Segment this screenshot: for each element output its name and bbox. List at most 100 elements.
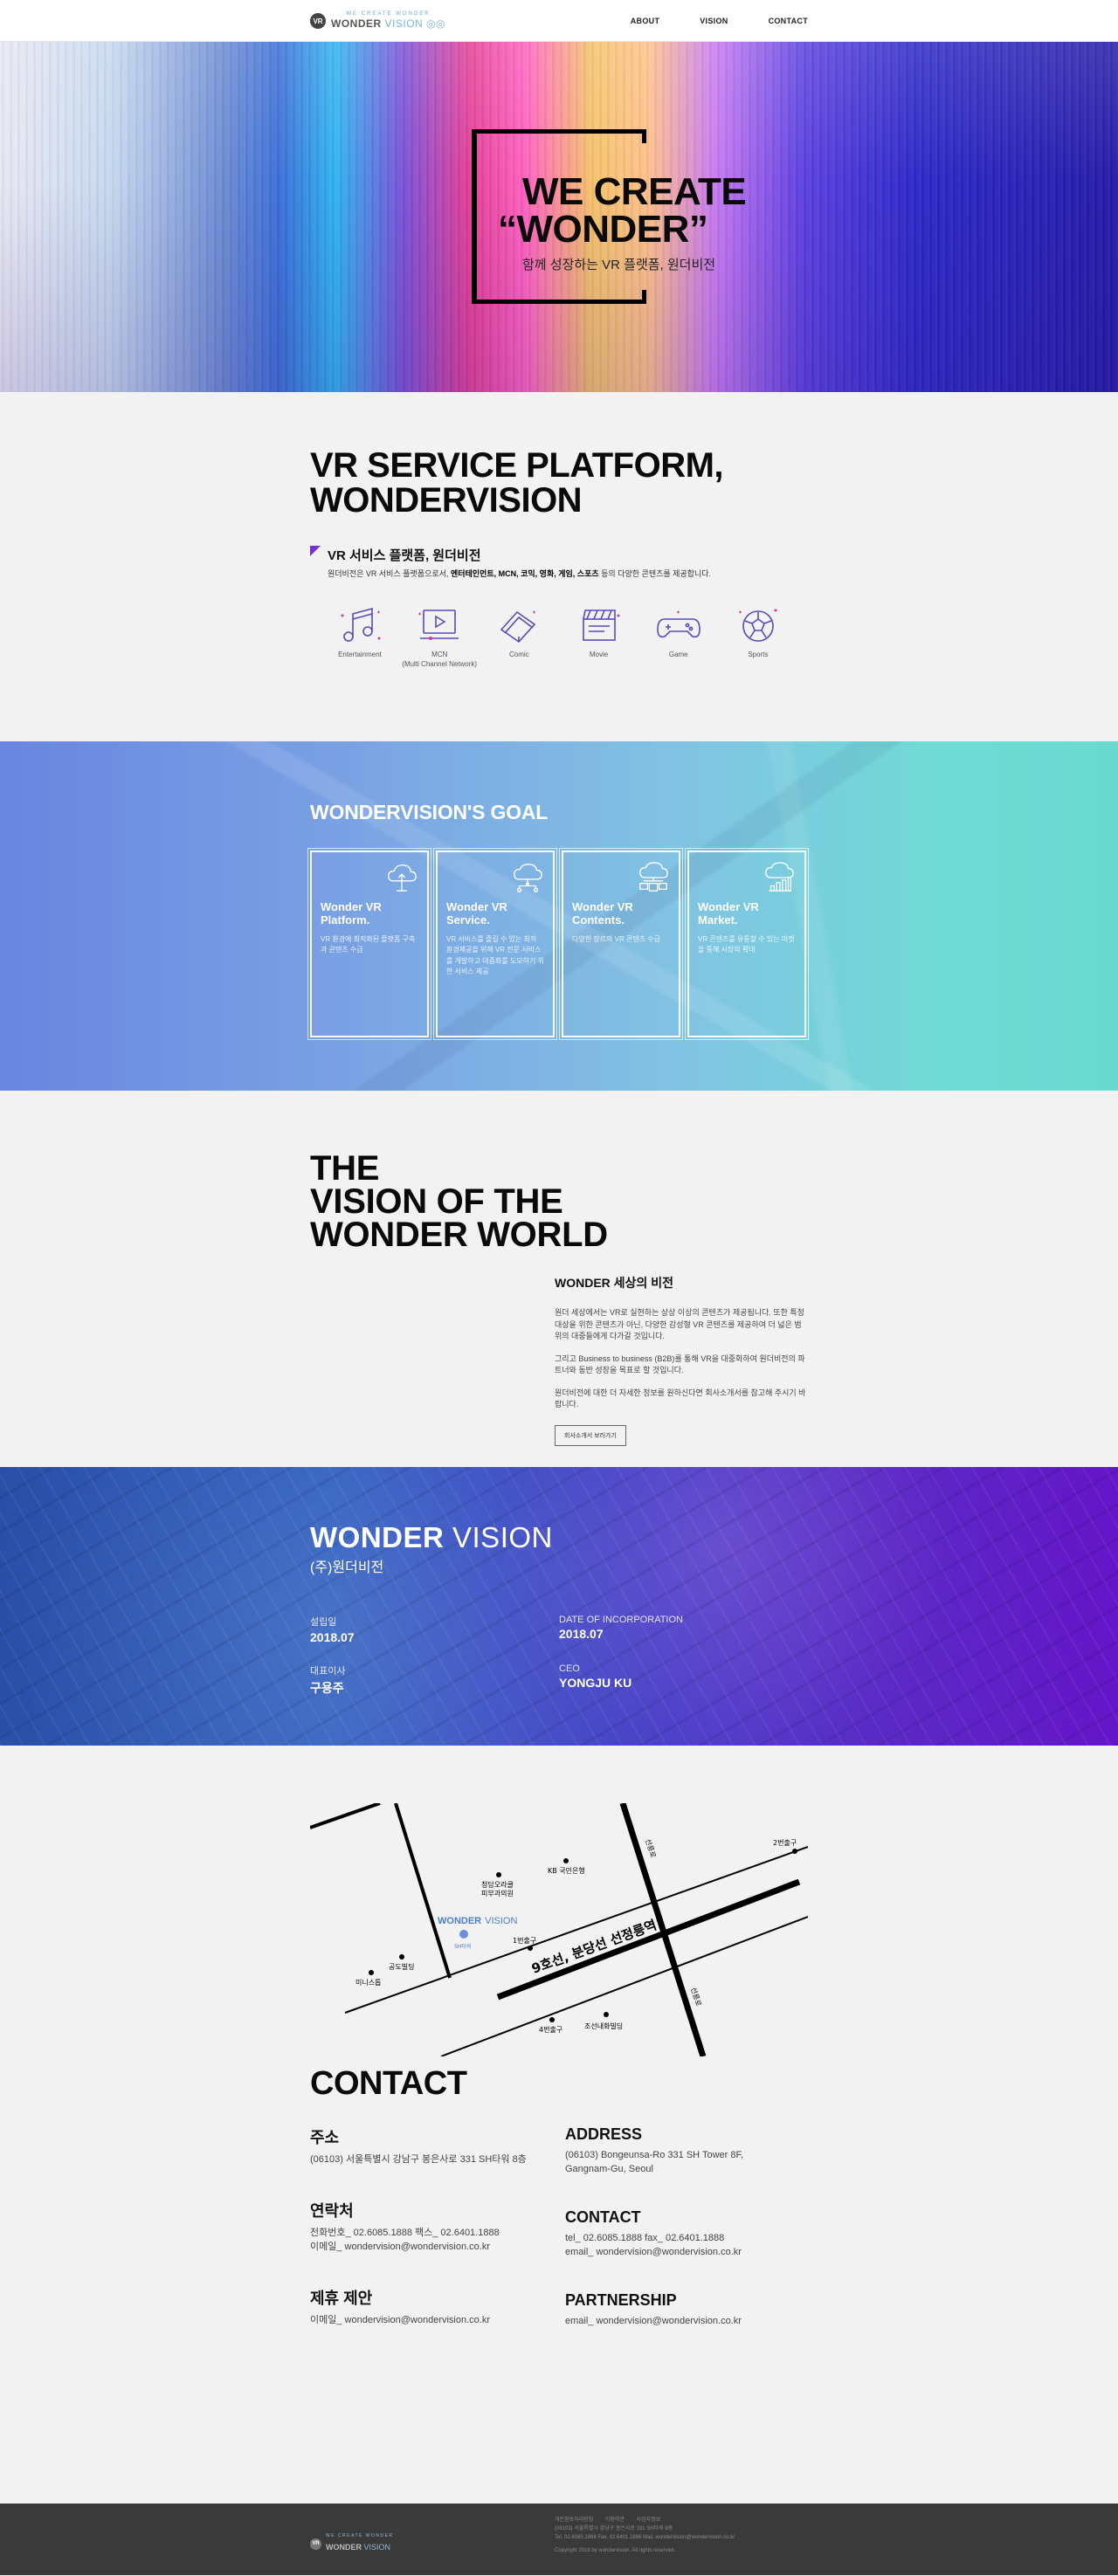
platform-ko-title: VR 서비스 플랫폼, 원더비전	[328, 548, 481, 563]
map-label-exit2: 2번출구	[773, 1838, 797, 1847]
map-label-exit4: 4번출구	[539, 2025, 562, 2034]
category-mcn: MCN (Multi Channel Network)	[402, 603, 477, 670]
footer-contact: Tel. 02.6085.1888 Fax. 02.6401.1888 Mail…	[555, 2535, 735, 2541]
email-link[interactable]: 이메일_ wondervision@wondervision.co.kr	[310, 2314, 565, 2328]
vision-title: THE VISION OF THE WONDER WORLD	[310, 1149, 608, 1254]
map-road	[394, 1803, 452, 1979]
platform-title: VR SERVICE PLATFORM, WONDERVISION	[310, 446, 724, 520]
company-brochure-button[interactable]: 회사소개서 보러가기	[555, 1424, 626, 1446]
footer-link-business[interactable]: 사업자정보	[637, 2517, 661, 2523]
map-label-ministop: 미니스톱	[355, 1978, 381, 1987]
video-play-icon	[418, 610, 459, 640]
site-footer: VR WE CREATE WONDER WONDER VISION 개인정보처리…	[0, 2504, 1118, 2575]
logo-mark-icon: VR	[310, 2538, 321, 2550]
contact-ko-column: 주소 (06103) 서울특별시 강남구 봉은사로 331 SH타워 8층 연락…	[310, 2125, 565, 2360]
music-icon	[341, 607, 381, 642]
goal-card-service: Wonder VR Service. VR 서비스를 즐길 수 있는 최적 환경제…	[433, 848, 557, 1040]
platform-section: VR SERVICE PLATFORM, WONDERVISION VR 서비스…	[0, 392, 1118, 741]
company-facts: 설립일 2018.07 DATE OF INCORPORATION 2018.0…	[310, 1615, 808, 1697]
cloud-upload-icon	[388, 864, 417, 892]
map-graphic: KB 국민은행 청담오라클 피부과의원 공도빌딩 미니스톱 1번출구 2번출구 …	[310, 1803, 808, 2056]
hero-subtitle: 함께 성장하는 VR 플랫폼, 원더비전	[522, 258, 716, 273]
footer-link-privacy[interactable]: 개인정보처리방침	[555, 2517, 593, 2523]
contact-phone-en: CONTACT tel_ 02.6085.1888 fax_ 02.6401.1…	[565, 2208, 808, 2260]
contact-en-column: ADDRESS (06103) Bongeunsa-Ro 331 SH Towe…	[565, 2125, 808, 2360]
hero-banner: WE CREATE “WONDER” 함께 성장하는 VR 플랫폼, 원더비전	[0, 42, 1118, 392]
footer-link-terms[interactable]: 이용약관	[605, 2517, 625, 2523]
map-label-exit1: 1번출구	[513, 1936, 536, 1945]
site-header: VR WE CREATE WONDER WONDER VISION ◎◎ ABO…	[0, 0, 1118, 42]
map-label-clinic: 피부과의원	[481, 1889, 514, 1898]
vision-paragraph: 원더 세상에서는 VR로 실현하는 상상 이상의 콘텐츠가 제공됩니다. 또한 …	[555, 1308, 804, 1340]
map-label-clinic: 청담오라클	[481, 1880, 514, 1889]
platform-intro: VR 서비스 플랫폼, 원더비전 원더비전은 VR 서비스 플랫폼으로서, 엔터…	[310, 546, 808, 579]
map-label-joseon: 조선내화빌딩	[584, 2022, 623, 2030]
vision-paragraph: 원더비전에 대한 더 자세한 정보를 원하신다면 회사소개서를 참고해 주시기 …	[555, 1388, 806, 1409]
map-brand: WONDER VISION	[438, 1916, 517, 1926]
contact-partnership-ko: 제휴 제안 이메일_ wondervision@wondervision.co.…	[310, 2286, 565, 2328]
vision-paragraph: 그리고 Business to business (B2B)를 통해 VR을 대…	[555, 1353, 805, 1375]
vision-heading: WONDER 세상의 비전	[555, 1276, 673, 1290]
email-link[interactable]: email_ wondervision@wondervision.co.kr	[565, 2246, 808, 2260]
company-name-ko: (주)원더비전	[310, 1560, 384, 1575]
vision-body: WONDER 세상의 비전 원더 세상에서는 VR로 실현하는 상상 이상의 콘…	[555, 1274, 808, 1446]
contact-address-en: ADDRESS (06103) Bongeunsa-Ro 331 SH Towe…	[565, 2125, 744, 2174]
hero-title: WE CREATE “WONDER”	[498, 170, 747, 251]
fact-ceo-ko: 대표이사 구용주	[310, 1666, 346, 1695]
map-label-station: 9호선, 분당선 선정릉역	[529, 1917, 659, 1976]
fact-founded-ko: 설립일 2018.07	[310, 1617, 355, 1644]
email-link[interactable]: email_ wondervision@wondervision.co.kr	[565, 2315, 808, 2329]
hero-text: WE CREATE “WONDER” 함께 성장하는 VR 플랫폼, 원더비전	[498, 170, 747, 273]
category-sports: Sports	[721, 603, 796, 670]
goal-title: WONDERVISION'S GOAL	[310, 801, 549, 823]
company-brand: WONDER VISION	[310, 1521, 553, 1553]
footer-copyright: Copyright 2018 by wondervision. All righ…	[555, 2547, 676, 2553]
map-road	[496, 1878, 801, 2001]
nav-contact[interactable]: CONTACT	[769, 17, 808, 25]
map-label-road: 선릉로	[689, 1987, 702, 2008]
logo-tagline: WE CREATE WONDER	[346, 11, 431, 17]
contact-title: CONTACT	[310, 2065, 467, 2102]
platform-description: 원더비전은 VR 서비스 플랫폼으로서, 엔터테인먼트, MCN, 코믹, 영화…	[328, 569, 712, 578]
cloud-network-icon	[514, 864, 542, 892]
vr-goggles-icon: ◎◎	[423, 17, 445, 30]
footer-logo[interactable]: VR WE CREATE WONDER WONDER VISION	[310, 2533, 394, 2554]
cloud-devices-icon	[639, 862, 668, 892]
contact-columns: 주소 (06103) 서울특별시 강남구 봉은사로 331 SH타워 8층 연락…	[310, 2125, 808, 2360]
gamepad-icon	[656, 610, 700, 638]
goal-card-list: Wonder VR Platform. VR 환경에 최적화된 플랫폼 구축과 콘…	[307, 848, 809, 1040]
category-list: Entertainment MCN (Multi Channel Network)…	[310, 603, 808, 670]
clapperboard-icon	[582, 610, 620, 641]
fact-ceo-en: CEO YONGJU KU	[559, 1663, 632, 1690]
site-logo[interactable]: VR WE CREATE WONDER WONDER VISION ◎◎	[310, 11, 445, 31]
footer-address: (06103) 서울특별시 강남구 봉은사로 331 SH타워 8층	[555, 2526, 673, 2532]
map-pin-icon	[459, 1930, 468, 1939]
hero-frame-bar	[472, 129, 477, 304]
vision-section: THE VISION OF THE WONDER WORLD WONDER 세상…	[0, 1091, 1118, 1467]
fact-founded-en: DATE OF INCORPORATION 2018.07	[559, 1615, 683, 1641]
map-road	[310, 1803, 381, 1829]
goal-card-contents: Wonder VR Contents. 다양한 장르의 VR 콘텐츠 수급	[559, 848, 683, 1040]
comic-book-icon	[500, 610, 536, 644]
nav-about[interactable]: ABOUT	[631, 17, 660, 25]
contact-section: KB 국민은행 청담오라클 피부과의원 공도빌딩 미니스톱 1번출구 2번출구 …	[0, 1746, 1118, 2504]
cloud-chart-icon	[765, 862, 794, 892]
contact-address-ko: 주소 (06103) 서울특별시 강남구 봉은사로 331 SH타워 8층	[310, 2129, 527, 2165]
email-link[interactable]: 이메일_ wondervision@wondervision.co.kr	[310, 2241, 565, 2255]
goal-card-platform: Wonder VR Platform. VR 환경에 최적화된 플랫폼 구축과 콘…	[307, 848, 431, 1040]
map-label-tower: SH타워	[454, 1943, 471, 1950]
goal-card-market: Wonder VR Market. VR 콘텐츠를 유통할 수 있는 마켓을 통해…	[685, 848, 809, 1040]
logo-name: WONDER VISION ◎◎	[331, 17, 445, 30]
category-comic: Comic	[481, 603, 556, 670]
goal-section: WONDERVISION'S GOAL Wonder VR Platform. V…	[0, 741, 1118, 1091]
soccer-ball-icon	[738, 609, 777, 642]
corner-accent-icon	[310, 546, 321, 556]
category-game: Game	[641, 603, 716, 670]
contact-phone-ko: 연락처 전화번호_ 02.6085.1888 팩스_ 02.6401.1888 …	[310, 2199, 565, 2255]
main-nav: ABOUT VISION CONTACT	[631, 17, 808, 25]
nav-vision[interactable]: VISION	[700, 17, 728, 25]
logo-mark-icon: VR	[310, 13, 326, 29]
map-label-kb: KB 국민은행	[548, 1866, 585, 1875]
location-map[interactable]: KB 국민은행 청담오라클 피부과의원 공도빌딩 미니스톱 1번출구 2번출구 …	[310, 1803, 808, 2056]
company-info-section: WONDER VISION (주)원더비전 설립일 2018.07 DATE O…	[0, 1467, 1118, 1746]
